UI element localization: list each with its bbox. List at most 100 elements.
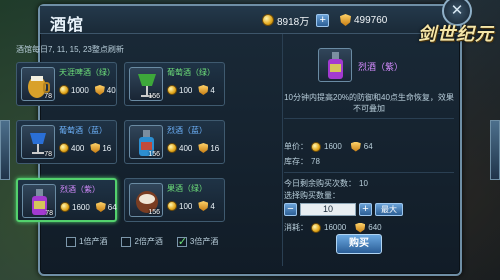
drink-name: 葡萄酒（蓝） <box>59 126 107 135</box>
gold-price: 400 <box>179 143 193 153</box>
gold-coin-icon <box>60 202 70 212</box>
selected-bottle-icon <box>318 48 352 82</box>
multiplier-2x-checkbox[interactable]: 2倍产酒 <box>121 236 163 247</box>
drink-prices: 100 4 <box>167 201 215 211</box>
decrease-button[interactable]: − <box>284 203 297 216</box>
gold-amount: 8918万 <box>277 16 310 28</box>
drink-item[interactable]: 156 葡萄酒（绿） 100 4 <box>124 62 225 106</box>
quantity-input[interactable]: 10 <box>300 203 356 216</box>
drink-item[interactable]: 156 烈酒（蓝） 400 16 <box>124 120 225 164</box>
drink-name: 果酒（绿） <box>167 184 207 193</box>
stock-value: 78 <box>311 157 320 166</box>
drink-item[interactable]: 78 天涯啤酒（绿） 1000 40 <box>16 62 117 106</box>
gold-coin-icon <box>167 85 177 95</box>
checkbox-label: 3倍产酒 <box>189 237 219 246</box>
gem-shield-icon <box>90 143 101 153</box>
gem-shield-icon <box>340 14 351 26</box>
cost-label: 消耗： <box>284 223 308 232</box>
divider <box>284 118 454 119</box>
remaining-value: 10 <box>359 179 368 188</box>
gold-price: 1000 <box>71 85 89 95</box>
increase-button[interactable]: + <box>359 203 372 216</box>
add-gold-button[interactable]: + <box>316 13 330 27</box>
drink-prices: 100 4 <box>167 85 215 95</box>
drink-prices: 1000 40 <box>59 85 116 95</box>
left-side-decor <box>0 120 10 180</box>
gold-coin-icon <box>167 201 177 211</box>
gold-coin-icon <box>167 143 177 153</box>
bottle-icon: 156 <box>129 125 163 159</box>
drink-item[interactable]: 156 果酒（绿） 100 4 <box>124 178 225 222</box>
gold-price: 100 <box>179 85 193 95</box>
gem-price: 40 <box>106 85 116 95</box>
window-title: 酒馆 <box>50 17 85 34</box>
gem-shield-icon <box>198 201 209 211</box>
wine-glass-icon: 78 <box>21 125 55 159</box>
gold-coin-icon <box>262 14 274 26</box>
buy-button[interactable]: 购买 <box>336 234 382 254</box>
divider <box>284 172 454 173</box>
drink-name: 烈酒（紫） <box>60 185 100 194</box>
gold-coin-icon <box>59 85 69 95</box>
beer-icon: 78 <box>21 67 55 101</box>
unit-price-gold: 1600 <box>324 142 342 151</box>
drink-name: 葡萄酒（绿） <box>167 68 215 77</box>
gem-shield-icon <box>95 202 106 212</box>
checkbox-box[interactable] <box>66 236 76 247</box>
unit-price-row: 单价： 1600 64 <box>284 141 373 152</box>
brew-multiplier-options: 1倍产酒 2倍产酒 3倍产酒 <box>66 235 219 248</box>
cost-gold: 16000 <box>324 223 347 232</box>
drink-name: 烈酒（蓝） <box>167 126 207 135</box>
detail-drink-name: 烈酒（紫） <box>358 62 404 72</box>
stock-row: 库存： 78 <box>284 156 320 167</box>
max-quantity-button[interactable]: 最大 <box>375 203 403 216</box>
stock-label: 库存： <box>284 157 308 166</box>
gem-shield-icon <box>198 85 209 95</box>
right-side-decor <box>490 120 500 180</box>
multiplier-1x-checkbox[interactable]: 1倍产酒 <box>66 236 107 247</box>
wine-glass-icon: 156 <box>129 67 163 101</box>
drink-prices: 400 16 <box>59 143 111 153</box>
gem-price: 64 <box>107 202 117 212</box>
remaining-label: 今日剩余购买次数： <box>284 179 356 188</box>
checkbox-label: 1倍产酒 <box>79 237 108 246</box>
checkbox-box-checked[interactable] <box>176 235 187 248</box>
gold-coin-icon <box>59 143 69 153</box>
refresh-notice: 酒馆每日7, 11, 15, 23整点刷新 <box>16 45 124 54</box>
drink-item-selected[interactable]: 78 烈酒（紫） 1600 64 <box>16 178 117 222</box>
gem-price: 4 <box>210 85 215 95</box>
titlebar: 酒馆 8918万 + 499760 <box>40 6 460 34</box>
checkbox-label: 2倍产酒 <box>134 237 163 246</box>
gold-coin-icon <box>311 222 321 233</box>
gem-shield-icon <box>198 143 209 153</box>
gem-shield-icon <box>355 222 366 233</box>
gold-display: 8918万 + <box>262 12 330 28</box>
gold-price: 100 <box>179 201 193 211</box>
gold-price: 400 <box>71 143 85 153</box>
gem-amount: 499760 <box>354 14 388 26</box>
checkbox-box[interactable] <box>121 236 132 247</box>
unit-price-label: 单价： <box>284 142 308 151</box>
coconut-icon: 156 <box>129 183 163 217</box>
drink-prices: 400 16 <box>167 143 219 153</box>
gem-shield-icon <box>350 141 361 152</box>
drink-item[interactable]: 78 葡萄酒（蓝） 400 16 <box>16 120 117 164</box>
gem-display: 499760 <box>340 12 387 28</box>
gem-price: 16 <box>210 143 220 153</box>
drink-prices: 1600 64 <box>60 202 117 212</box>
select-quantity-label: 选择购买数量： <box>284 191 340 200</box>
cost-gems: 640 <box>368 223 382 232</box>
cost-row: 消耗： 16000 640 <box>284 222 382 233</box>
gem-price: 16 <box>102 143 112 153</box>
gem-shield-icon <box>94 85 105 95</box>
remaining-purchases-row: 今日剩余购买次数： 10 <box>284 178 368 189</box>
unit-price-gems: 64 <box>363 142 373 151</box>
drink-name: 天涯啤酒（绿） <box>59 68 115 77</box>
gold-price: 1600 <box>72 202 90 212</box>
gem-price: 4 <box>210 201 215 211</box>
bottle-icon: 78 <box>22 184 56 218</box>
detail-description: 10分钟内提高20%的防御和40点生命恢复，效果不可叠加 <box>284 93 454 113</box>
quantity-stepper: − 10 + 最大 <box>284 203 403 216</box>
gold-coin-icon <box>311 141 321 152</box>
multiplier-3x-checkbox[interactable]: 3倍产酒 <box>176 235 219 248</box>
